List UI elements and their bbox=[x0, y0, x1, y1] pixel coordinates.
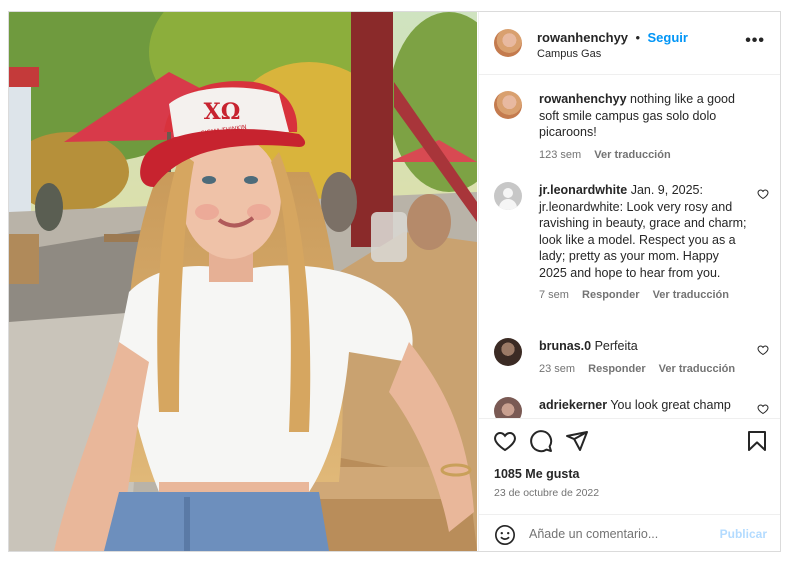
commenter-avatar[interactable] bbox=[494, 91, 522, 119]
bookmark-icon[interactable] bbox=[745, 429, 769, 453]
post-header: rowanhenchyy • Seguir Campus Gas ••• bbox=[479, 12, 780, 75]
comments-list: rowanhenchyy nothing like a good soft sm… bbox=[479, 75, 780, 418]
comment-time: 23 sem bbox=[539, 362, 576, 375]
reply-link[interactable]: Responder bbox=[588, 363, 645, 375]
comment-time: 7 sem bbox=[539, 289, 569, 301]
comment-heart-icon[interactable] bbox=[757, 344, 769, 356]
publish-button[interactable]: Publicar bbox=[720, 527, 767, 541]
translate-link[interactable]: Ver traducción bbox=[653, 289, 729, 301]
comment-text: You look great champ bbox=[610, 398, 731, 412]
separator-dot: • bbox=[635, 30, 641, 45]
follow-button[interactable]: Seguir bbox=[648, 30, 688, 45]
reply-link[interactable]: Responder bbox=[582, 289, 639, 301]
author-line: rowanhenchyy • Seguir bbox=[537, 29, 688, 47]
comment-body: adriekerner You look great champ bbox=[539, 397, 749, 414]
comment-input[interactable] bbox=[529, 524, 709, 544]
commenter-username[interactable]: brunas.0 bbox=[539, 339, 591, 353]
translate-link[interactable]: Ver traducción bbox=[594, 149, 670, 161]
more-icon[interactable]: ••• bbox=[745, 32, 765, 50]
share-icon[interactable] bbox=[565, 429, 589, 453]
commenter-username[interactable]: adriekerner bbox=[539, 398, 607, 412]
translate-link[interactable]: Ver traducción bbox=[659, 363, 735, 375]
comment-text: Perfeita bbox=[594, 339, 638, 353]
likes-count[interactable]: 1085 Me gusta bbox=[494, 467, 579, 481]
comment-meta: 23 sem Responder Ver traducción bbox=[539, 361, 749, 378]
comment-meta: 123 sem Ver traducción bbox=[539, 147, 749, 164]
post-dialog: ΧΩ SIGMA THINKIN rowanhenchyy • Seguir C… bbox=[8, 11, 781, 552]
cap-letters: ΧΩ bbox=[204, 99, 241, 125]
commenter-username[interactable]: jr.leonardwhite bbox=[539, 183, 627, 197]
author-username[interactable]: rowanhenchyy bbox=[537, 30, 628, 45]
post-location[interactable]: Campus Gas bbox=[537, 48, 601, 60]
add-comment-bar: Publicar bbox=[479, 514, 780, 551]
heart-icon[interactable] bbox=[493, 429, 517, 453]
comment-heart-icon[interactable] bbox=[757, 188, 769, 200]
post-date: 23 de octubre de 2022 bbox=[494, 487, 600, 499]
post-sidebar: rowanhenchyy • Seguir Campus Gas ••• row… bbox=[478, 12, 780, 551]
commenter-avatar[interactable] bbox=[494, 338, 522, 366]
commenter-avatar[interactable] bbox=[494, 397, 522, 418]
comment-meta: 7 sem Responder Ver traducción bbox=[539, 287, 749, 304]
comment-time: 123 sem bbox=[539, 148, 582, 161]
post-actions: 1085 Me gusta 23 de octubre de 2022 bbox=[479, 418, 780, 515]
commenter-avatar[interactable] bbox=[494, 182, 522, 210]
comment-heart-icon[interactable] bbox=[757, 403, 769, 415]
commenter-username[interactable]: rowanhenchyy bbox=[539, 92, 627, 106]
author-avatar[interactable] bbox=[494, 29, 522, 57]
comment-body: rowanhenchyy nothing like a good soft sm… bbox=[539, 91, 749, 163]
comment-body: brunas.0 Perfeita 23 sem Responder Ver t… bbox=[539, 338, 749, 377]
emoji-icon[interactable] bbox=[494, 524, 516, 546]
comment-body: jr.leonardwhite Jan. 9, 2025: jr.leonard… bbox=[539, 182, 749, 304]
comment-icon[interactable] bbox=[529, 429, 553, 453]
comment-text: Jan. 9, 2025: jr.leonardwhite: Look very… bbox=[539, 183, 747, 280]
post-photo[interactable]: ΧΩ SIGMA THINKIN bbox=[9, 12, 477, 551]
